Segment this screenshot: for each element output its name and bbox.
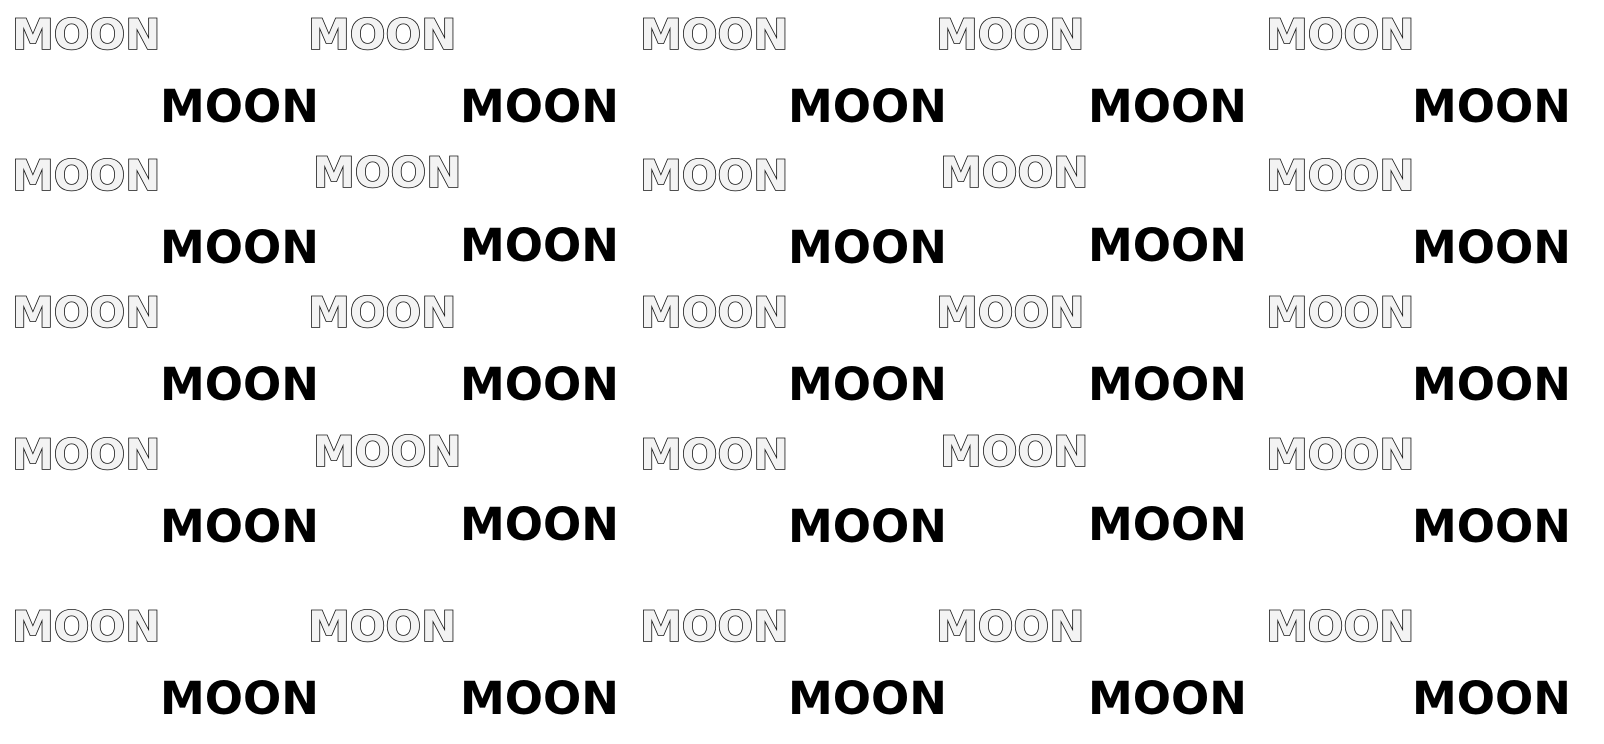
outline-moon-word: MOON xyxy=(639,10,789,59)
outline-moon-word: MOON xyxy=(1265,430,1415,479)
outline-moon-word: MOON xyxy=(307,602,457,651)
solid-moon-word: MOON xyxy=(1088,498,1247,551)
outline-moon-word: MOON xyxy=(1265,288,1415,337)
solid-moon-word: MOON xyxy=(460,498,619,551)
outline-moon-word: MOON xyxy=(1265,151,1415,200)
outline-moon-word: MOON xyxy=(11,430,161,479)
solid-moon-word: MOON xyxy=(788,80,947,133)
outline-moon-word: MOON xyxy=(1265,602,1415,651)
solid-moon-word: MOON xyxy=(460,358,619,411)
outline-moon-word: MOON xyxy=(307,10,457,59)
solid-moon-word: MOON xyxy=(460,80,619,133)
outline-moon-word: MOON xyxy=(11,602,161,651)
solid-moon-word: MOON xyxy=(1412,80,1571,133)
outline-moon-word: MOON xyxy=(11,288,161,337)
outline-moon-word: MOON xyxy=(639,151,789,200)
outline-moon-word: MOON xyxy=(935,10,1085,59)
outline-moon-word: MOON xyxy=(639,602,789,651)
outline-moon-word: MOON xyxy=(307,288,457,337)
outline-moon-word: MOON xyxy=(11,151,161,200)
outline-moon-word: MOON xyxy=(312,148,462,197)
solid-moon-word: MOON xyxy=(788,358,947,411)
solid-moon-word: MOON xyxy=(788,221,947,274)
solid-moon-word: MOON xyxy=(1412,672,1571,725)
solid-moon-word: MOON xyxy=(1412,358,1571,411)
outline-moon-word: MOON xyxy=(939,148,1089,197)
solid-moon-word: MOON xyxy=(1412,500,1571,553)
solid-moon-word: MOON xyxy=(788,672,947,725)
outline-moon-word: MOON xyxy=(1265,10,1415,59)
solid-moon-word: MOON xyxy=(1088,358,1247,411)
solid-moon-word: MOON xyxy=(460,672,619,725)
outline-moon-word: MOON xyxy=(935,602,1085,651)
solid-moon-word: MOON xyxy=(788,500,947,553)
outline-moon-word: MOON xyxy=(935,288,1085,337)
solid-moon-word: MOON xyxy=(1088,80,1247,133)
solid-moon-word: MOON xyxy=(1412,221,1571,274)
solid-moon-word: MOON xyxy=(160,221,319,274)
outline-moon-word: MOON xyxy=(639,288,789,337)
outline-moon-word: MOON xyxy=(639,430,789,479)
outline-moon-word: MOON xyxy=(11,10,161,59)
solid-moon-word: MOON xyxy=(1088,672,1247,725)
outline-moon-word: MOON xyxy=(939,427,1089,476)
solid-moon-word: MOON xyxy=(460,219,619,272)
solid-moon-word: MOON xyxy=(160,358,319,411)
solid-moon-word: MOON xyxy=(160,80,319,133)
outline-moon-word: MOON xyxy=(312,427,462,476)
solid-moon-word: MOON xyxy=(160,672,319,725)
moon-text-pattern: MOON MOON MOON MOON MOON MOON MOON MOON … xyxy=(0,0,1604,744)
solid-moon-word: MOON xyxy=(1088,219,1247,272)
solid-moon-word: MOON xyxy=(160,500,319,553)
